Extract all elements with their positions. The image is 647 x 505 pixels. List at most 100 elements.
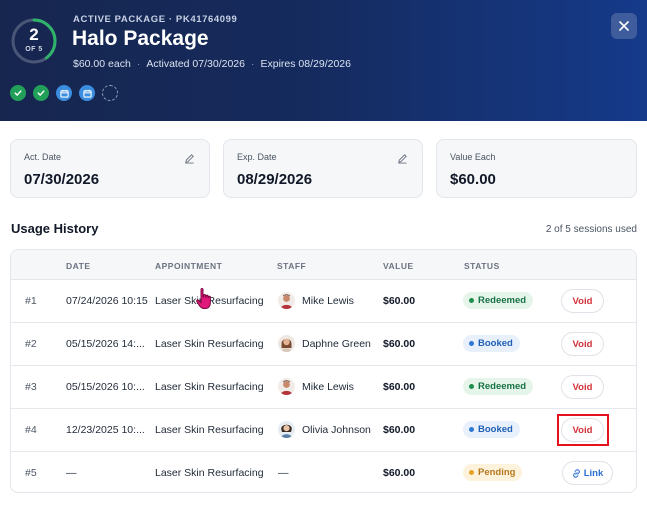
avatar	[278, 421, 295, 438]
table-row: #5 — Laser Skin Resurfacing — $60.00 Pending L…	[11, 452, 636, 492]
session-value: $60.00	[383, 338, 416, 350]
status-label: Pending	[478, 467, 516, 478]
hand-pointer-icon	[196, 288, 211, 309]
avatar	[278, 335, 295, 352]
session-pip-3	[56, 85, 72, 101]
session-value: $60.00	[383, 381, 416, 393]
session-value: $60.00	[383, 467, 416, 479]
close-icon	[619, 21, 629, 31]
session-date: 05/15/2026 10:...	[66, 381, 145, 393]
package-subline: $60.00 each · Activated 07/30/2026 · Expires…	[73, 58, 351, 70]
void-button-label: Void	[572, 424, 593, 436]
void-button[interactable]: Void	[561, 289, 604, 313]
session-date: 05/15/2026 14:...	[66, 338, 145, 350]
package-eyebrow: ACTIVE PACKAGE · PK41764099	[73, 14, 238, 25]
link-button-label: Link	[583, 467, 604, 479]
staff-cell: Mike Lewis	[278, 378, 354, 395]
session-number: #1	[25, 295, 37, 307]
check-icon	[37, 90, 45, 96]
session-pip-1	[10, 85, 26, 101]
status-badge: Redeemed	[463, 292, 534, 309]
status-label: Booked	[478, 338, 513, 349]
table-header: DATE APPOINTMENT STAFF VALUE STATUS	[11, 250, 636, 280]
session-pips	[10, 85, 118, 101]
table-row: #3 05/15/2026 10:... Laser Skin Resurfacin…	[11, 366, 636, 409]
table-row: #2 05/15/2026 14:... Laser Skin Resurfacin…	[11, 323, 636, 366]
check-icon	[14, 90, 22, 96]
status-badge: Redeemed	[463, 378, 534, 395]
card-value: 08/29/2026	[237, 171, 313, 188]
package-activated: Activated 07/30/2026	[146, 58, 245, 70]
sessions-progress-ring: 2 OF 5	[10, 17, 58, 65]
appointment-name: Laser Skin Resurfacing	[155, 467, 264, 479]
expiry-date-card: Exp. Date 08/29/2026	[223, 139, 423, 198]
card-value: $60.00	[450, 171, 496, 188]
staff-name: Daphne Green	[302, 337, 371, 350]
link-button[interactable]: Link	[562, 461, 613, 485]
staff-cell: Daphne Green	[278, 335, 371, 352]
status-badge: Booked	[463, 335, 520, 352]
status-label: Booked	[478, 424, 513, 435]
calendar-icon	[59, 89, 69, 98]
status-label: Redeemed	[478, 381, 527, 392]
session-number: #4	[25, 424, 37, 436]
package-header: 2 OF 5 ACTIVE PACKAGE · PK41764099 Halo …	[0, 0, 647, 121]
session-value: $60.00	[383, 424, 416, 436]
status-label: Redeemed	[478, 295, 527, 306]
appointment-name: Laser Skin Resurfacing	[155, 381, 264, 393]
card-label: Act. Date	[24, 152, 62, 162]
column-header-value: VALUE	[383, 261, 414, 271]
staff-name: Mike Lewis	[302, 294, 354, 307]
link-icon	[572, 468, 580, 478]
sessions-used-count: 2	[29, 25, 39, 44]
close-button[interactable]	[611, 13, 637, 39]
card-value: 07/30/2026	[24, 171, 100, 188]
calendar-icon	[82, 89, 92, 98]
session-pip-2	[33, 85, 49, 101]
session-value: $60.00	[383, 295, 416, 307]
card-label: Value Each	[450, 152, 496, 162]
void-button[interactable]: Void	[561, 375, 604, 399]
column-header-appointment: APPOINTMENT	[155, 261, 223, 271]
package-title: Halo Package	[72, 27, 209, 50]
value-each-card: Value Each $60.00	[436, 139, 637, 198]
pencil-icon[interactable]	[397, 153, 408, 164]
table-row: #1 07/24/2026 10:15 Laser Skin Resurfacing…	[11, 280, 636, 323]
session-number: #2	[25, 338, 37, 350]
column-header-date: DATE	[66, 261, 91, 271]
activation-date-card: Act. Date 07/30/2026	[10, 139, 210, 198]
session-number: #3	[25, 381, 37, 393]
void-button[interactable]: Void	[561, 332, 604, 356]
package-summary-cards: Act. Date 07/30/2026 Exp. Date 08/29/202…	[10, 139, 637, 198]
session-date: 07/24/2026 10:15	[66, 295, 148, 307]
usage-history-table: DATE APPOINTMENT STAFF VALUE STATUS #1 07…	[10, 249, 637, 493]
staff-name: Mike Lewis	[302, 380, 354, 393]
table-row: #4 12/23/2025 10:... Laser Skin Resurfacin…	[11, 409, 636, 452]
appointment-name: Laser Skin Resurfacing	[155, 338, 264, 350]
avatar	[278, 292, 295, 309]
session-pip-5	[102, 85, 118, 101]
pencil-icon[interactable]	[184, 153, 195, 164]
package-expires: Expires 08/29/2026	[260, 58, 351, 70]
usage-history-title: Usage History	[11, 221, 99, 236]
avatar	[278, 378, 295, 395]
session-number: #5	[25, 467, 37, 479]
column-header-staff: STAFF	[277, 261, 307, 271]
staff-cell: Olivia Johnson	[278, 421, 371, 438]
staff-name: —	[278, 467, 289, 479]
session-date: —	[66, 467, 77, 479]
void-button-label: Void	[572, 381, 593, 393]
staff-name: Olivia Johnson	[302, 423, 371, 436]
staff-cell: Mike Lewis	[278, 292, 354, 309]
void-button[interactable]: Void	[561, 418, 604, 442]
status-badge: Pending	[463, 464, 523, 481]
void-button-label: Void	[572, 295, 593, 307]
status-badge: Booked	[463, 421, 520, 438]
package-price: $60.00 each	[73, 58, 131, 70]
appointment-name: Laser Skin Resurfacing	[155, 424, 264, 436]
card-label: Exp. Date	[237, 152, 277, 162]
session-pip-4	[79, 85, 95, 101]
sessions-total-label: OF 5	[25, 46, 43, 53]
sessions-used-summary: 2 of 5 sessions used	[545, 224, 637, 235]
void-button-label: Void	[572, 338, 593, 350]
